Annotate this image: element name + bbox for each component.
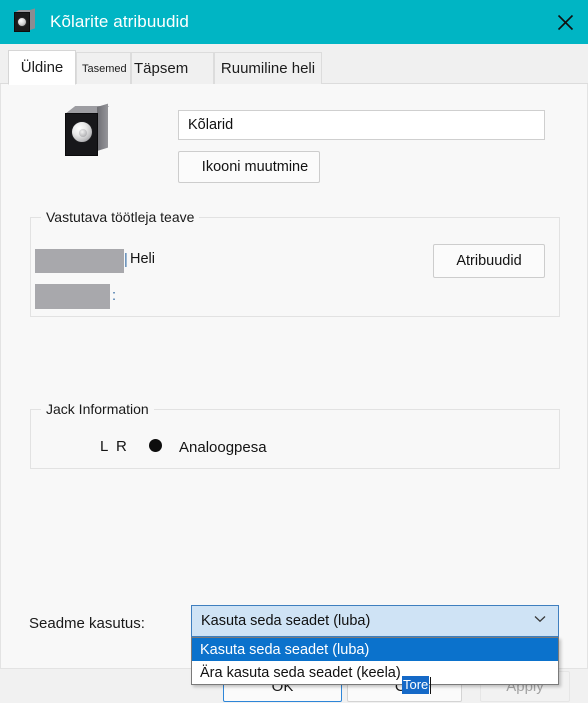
redacted-controller-detail [35,284,110,309]
tab-ruumiline-heli-label: Ruumiline heli [220,60,316,77]
text-caret [430,676,432,694]
device-usage-label: Seadme kasutus: [29,615,145,632]
change-icon-button[interactable]: Ikooni muutmine [178,151,320,183]
device-usage-selected-value: Kasuta seda seadet (luba) [201,613,371,629]
device-usage-dropdown-list[interactable]: Kasuta seda seadet (luba) Ära kasuta sed… [191,637,559,685]
device-name-input[interactable] [178,110,545,140]
device-usage-option-enable-label: Kasuta seda seadet (luba) [200,641,370,658]
tab-uldine[interactable]: Üldine [8,50,76,85]
close-icon[interactable] [542,0,588,44]
chevron-down-icon [534,615,546,627]
tab-tapsem[interactable]: Täpsem [131,52,214,84]
tab-ruumiline-heli[interactable]: Ruumiline heli [214,52,322,84]
ime-composition-text: Tore [402,676,430,694]
controller-detail-suffix: : [112,288,117,304]
title-bar: Kõlarite atribuudid [0,0,588,44]
ime-composition-overlay: Tore [402,676,432,694]
speaker-icon [63,103,113,157]
redacted-controller-name [35,249,124,273]
tab-tasemed-label: Tasemed [82,62,127,75]
device-usage-option-disable[interactable]: Ära kasuta seda seadet (keela) [192,661,558,684]
jack-information-legend: Jack Information [41,401,154,417]
tab-uldine-label: Üldine [20,59,64,76]
device-usage-combobox[interactable]: Kasuta seda seadet (luba) [191,605,559,637]
tab-strip: Üldine Tasemed Täpsem Ruumiline heli [0,44,588,85]
device-usage-option-disable-label: Ära kasuta seda seadet (keela) [200,664,401,681]
controller-name-divider: | [124,252,128,268]
tab-tapsem-label: Täpsem [134,60,189,77]
speaker-icon [14,8,38,34]
tab-tasemed[interactable]: Tasemed [76,52,131,84]
properties-button[interactable]: Atribuudid [433,244,545,278]
device-usage-option-enable[interactable]: Kasuta seda seadet (luba) [192,638,558,661]
jack-dot-icon [149,439,162,452]
jack-connector-label: Analoogpesa [179,439,267,456]
speaker-properties-dialog: Kõlarite atribuudid Üldine Tasemed Täpse… [0,0,588,703]
jack-channels-label: L R [100,438,129,455]
controller-info-legend: Vastutava töötleja teave [41,209,200,225]
controller-audio-label: Heli [130,251,155,267]
window-title: Kõlarite atribuudid [50,12,189,31]
